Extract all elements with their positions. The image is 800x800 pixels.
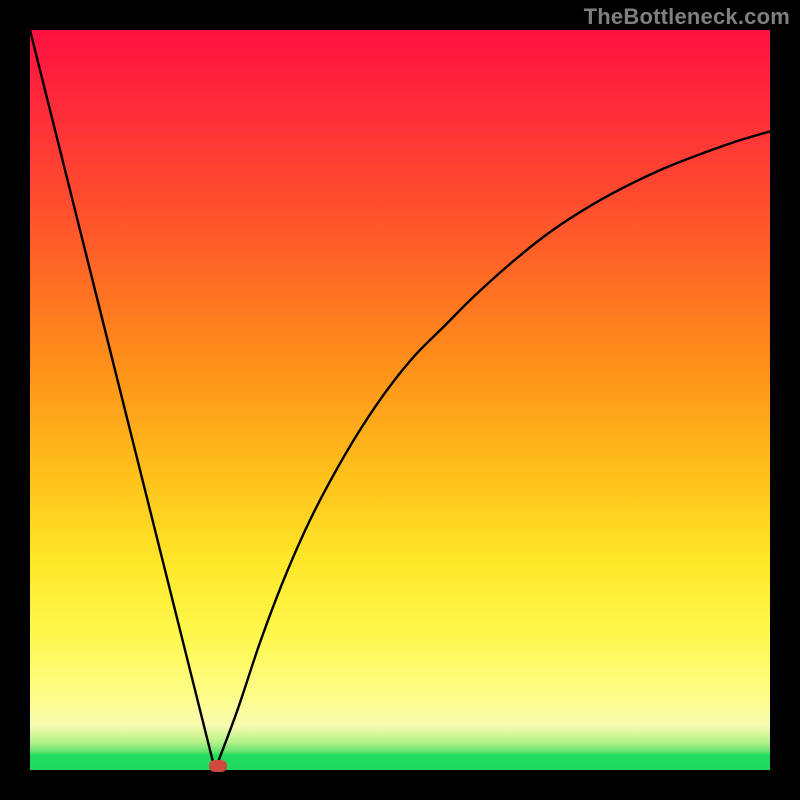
- curve-group: [30, 30, 770, 770]
- curve-layer: [30, 30, 770, 770]
- curve-left-branch: [30, 30, 215, 770]
- watermark-text: TheBottleneck.com: [584, 4, 790, 30]
- chart-container: TheBottleneck.com: [0, 0, 800, 800]
- curve-right-branch: [215, 131, 770, 770]
- minimum-marker: [209, 760, 227, 772]
- plot-area: [30, 30, 770, 770]
